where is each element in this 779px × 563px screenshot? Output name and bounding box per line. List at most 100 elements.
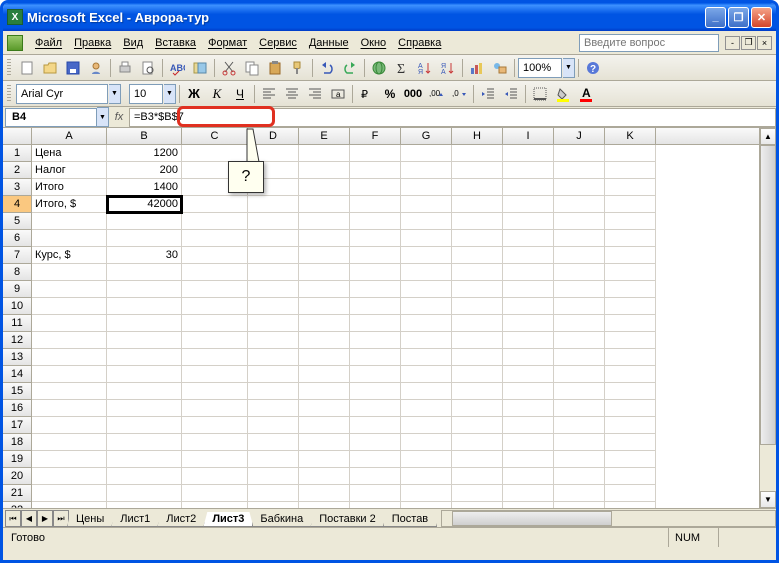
cell-J19[interactable]	[554, 451, 605, 468]
cell-J15[interactable]	[554, 383, 605, 400]
drawing-button[interactable]	[489, 57, 511, 79]
cell-E9[interactable]	[299, 281, 350, 298]
cell-E3[interactable]	[299, 179, 350, 196]
cell-I17[interactable]	[503, 417, 554, 434]
cell-C5[interactable]	[182, 213, 248, 230]
cell-F17[interactable]	[350, 417, 401, 434]
cell-B2[interactable]: 200	[107, 162, 182, 179]
cell-E7[interactable]	[299, 247, 350, 264]
cell-B7[interactable]: 30	[107, 247, 182, 264]
mdi-close-button[interactable]: ×	[757, 36, 772, 50]
font-name-combobox[interactable]: Arial Cyr	[16, 84, 108, 104]
cell-A18[interactable]	[32, 434, 107, 451]
sheet-tab-Лист1[interactable]: Лист1	[111, 512, 159, 527]
cell-K16[interactable]	[605, 400, 656, 417]
cell-B20[interactable]	[107, 468, 182, 485]
decrease-decimal-button[interactable]: ,0	[448, 83, 470, 105]
cell-I21[interactable]	[503, 485, 554, 502]
increase-indent-button[interactable]	[500, 83, 522, 105]
cell-F15[interactable]	[350, 383, 401, 400]
cell-G16[interactable]	[401, 400, 452, 417]
cell-K21[interactable]	[605, 485, 656, 502]
cell-J18[interactable]	[554, 434, 605, 451]
zoom-dropdown-icon[interactable]: ▼	[563, 58, 575, 78]
increase-decimal-button[interactable]: ,00	[425, 83, 447, 105]
close-button[interactable]: ✕	[751, 7, 772, 28]
row-header-7[interactable]: 7	[3, 247, 32, 264]
cell-B9[interactable]	[107, 281, 182, 298]
name-box-dropdown-icon[interactable]: ▼	[97, 107, 109, 127]
cell-A3[interactable]: Итого	[32, 179, 107, 196]
cell-H21[interactable]	[452, 485, 503, 502]
percent-button[interactable]: %	[379, 83, 401, 105]
menu-data[interactable]: Данные	[303, 35, 355, 51]
new-button[interactable]	[16, 57, 38, 79]
cell-E6[interactable]	[299, 230, 350, 247]
cell-I14[interactable]	[503, 366, 554, 383]
cell-I8[interactable]	[503, 264, 554, 281]
cell-G7[interactable]	[401, 247, 452, 264]
cell-F8[interactable]	[350, 264, 401, 281]
cell-A1[interactable]: Цена	[32, 145, 107, 162]
row-header-22[interactable]: 22	[3, 502, 32, 508]
cell-K15[interactable]	[605, 383, 656, 400]
cell-B6[interactable]	[107, 230, 182, 247]
tab-nav-next-button[interactable]: ▶	[37, 510, 53, 527]
cell-D15[interactable]	[248, 383, 299, 400]
cell-E10[interactable]	[299, 298, 350, 315]
cell-C15[interactable]	[182, 383, 248, 400]
column-header-I[interactable]: I	[503, 128, 554, 144]
row-header-5[interactable]: 5	[3, 213, 32, 230]
toolbar-grip[interactable]	[7, 85, 11, 103]
cell-D20[interactable]	[248, 468, 299, 485]
cell-B11[interactable]	[107, 315, 182, 332]
cell-A9[interactable]	[32, 281, 107, 298]
cell-K3[interactable]	[605, 179, 656, 196]
column-header-J[interactable]: J	[554, 128, 605, 144]
underline-button[interactable]: Ч	[229, 83, 251, 105]
cell-F18[interactable]	[350, 434, 401, 451]
cell-K9[interactable]	[605, 281, 656, 298]
formula-bar[interactable]: =B3*$B$7	[129, 108, 776, 127]
cell-A17[interactable]	[32, 417, 107, 434]
menu-file[interactable]: Файл	[29, 35, 68, 51]
cell-D9[interactable]	[248, 281, 299, 298]
cell-E14[interactable]	[299, 366, 350, 383]
row-header-6[interactable]: 6	[3, 230, 32, 247]
column-header-H[interactable]: H	[452, 128, 503, 144]
cell-I4[interactable]	[503, 196, 554, 213]
cell-D7[interactable]	[248, 247, 299, 264]
cell-E15[interactable]	[299, 383, 350, 400]
cell-H9[interactable]	[452, 281, 503, 298]
cell-F5[interactable]	[350, 213, 401, 230]
column-header-B[interactable]: B	[107, 128, 182, 144]
scroll-up-button[interactable]: ▲	[760, 128, 776, 145]
cell-I19[interactable]	[503, 451, 554, 468]
cell-J20[interactable]	[554, 468, 605, 485]
cell-J1[interactable]	[554, 145, 605, 162]
cell-E1[interactable]	[299, 145, 350, 162]
cell-C20[interactable]	[182, 468, 248, 485]
cell-D16[interactable]	[248, 400, 299, 417]
row-header-10[interactable]: 10	[3, 298, 32, 315]
column-header-E[interactable]: E	[299, 128, 350, 144]
fx-icon[interactable]: fx	[109, 111, 129, 123]
cell-C6[interactable]	[182, 230, 248, 247]
cell-B22[interactable]	[107, 502, 182, 508]
open-button[interactable]	[39, 57, 61, 79]
cell-J12[interactable]	[554, 332, 605, 349]
mdi-restore-button[interactable]: ❐	[741, 36, 756, 50]
cell-I16[interactable]	[503, 400, 554, 417]
cell-C14[interactable]	[182, 366, 248, 383]
cell-G11[interactable]	[401, 315, 452, 332]
cell-I20[interactable]	[503, 468, 554, 485]
spreadsheet-grid[interactable]: ABCDEFGHIJK 1Цена12002Налог2003Итого1400…	[3, 128, 776, 508]
cell-K14[interactable]	[605, 366, 656, 383]
cell-J7[interactable]	[554, 247, 605, 264]
toolbar-grip[interactable]	[7, 59, 11, 77]
tab-nav-prev-button[interactable]: ◀	[21, 510, 37, 527]
cell-H6[interactable]	[452, 230, 503, 247]
cell-B3[interactable]: 1400	[107, 179, 182, 196]
cell-A11[interactable]	[32, 315, 107, 332]
cell-B1[interactable]: 1200	[107, 145, 182, 162]
